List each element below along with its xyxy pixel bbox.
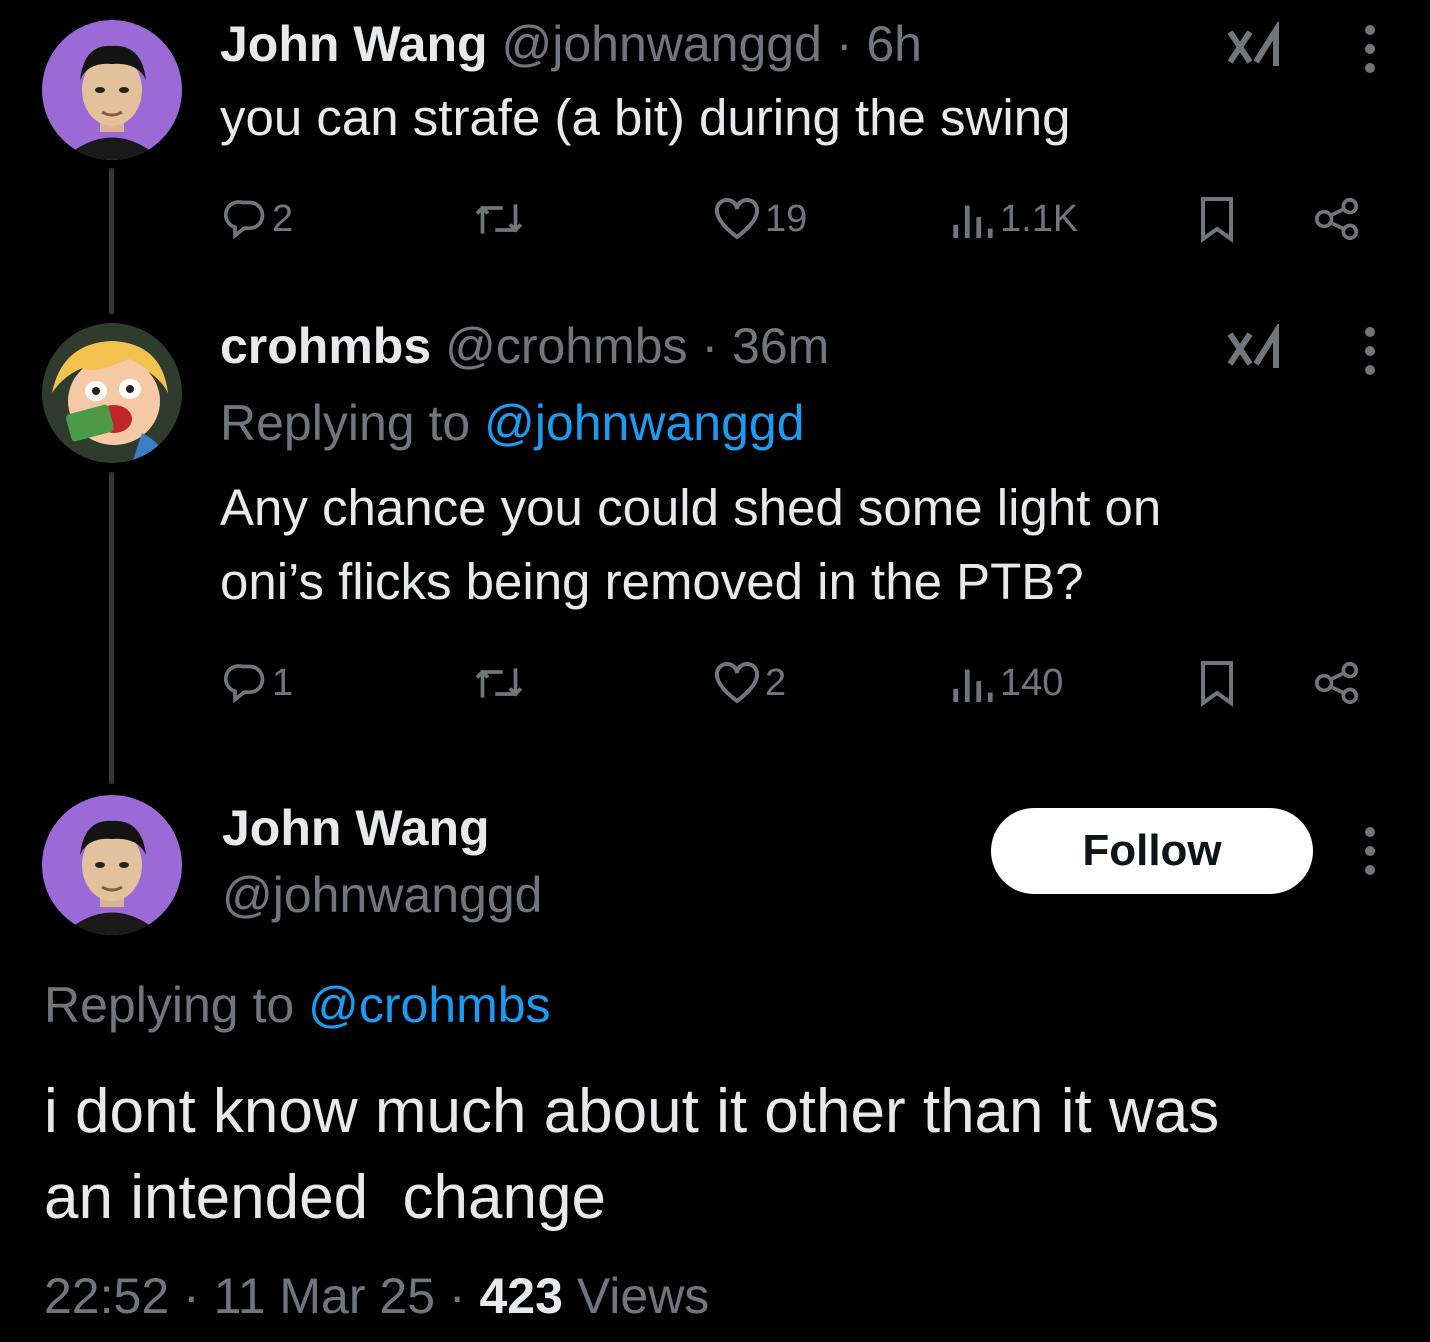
reply-count: 2 (272, 197, 294, 240)
share-icon[interactable] (1310, 194, 1364, 244)
thread-line (109, 168, 114, 314)
views-button[interactable]: 140 (950, 658, 1063, 708)
reply-icon (224, 200, 265, 240)
like-button[interactable]: 19 (713, 194, 807, 244)
tweet-header: crohmbs @crohmbs · 36m (220, 316, 829, 376)
tweet-text-line-1: Any chance you could shed some light on (220, 479, 1162, 536)
views-label: Views (576, 1268, 710, 1324)
share-icon[interactable] (1310, 658, 1364, 708)
post-date[interactable]: 11 Mar 25 (214, 1268, 435, 1324)
tweet-text: you can strafe (a bit) during the swing (220, 89, 1071, 146)
separator: · (448, 1268, 466, 1324)
retweet-icon (475, 204, 523, 234)
more-icon[interactable] (1355, 324, 1385, 378)
replying-prefix: Replying to (220, 395, 471, 451)
author-handle[interactable]: @johnwanggd (501, 16, 821, 72)
like-button[interactable]: 2 (713, 658, 786, 708)
tweet-text-line-2: oni’s flicks being removed in the PTB? (220, 553, 1084, 610)
replying-to: Replying to @johnwanggd (220, 393, 805, 453)
reply-button[interactable]: 2 (224, 194, 293, 244)
bookmark-icon[interactable] (1194, 656, 1240, 710)
replying-handle-link[interactable]: @crohmbs (308, 977, 550, 1033)
reply-button[interactable]: 1 (224, 658, 293, 708)
reply-icon (224, 664, 265, 704)
tweet-meta: 22:52 · 11 Mar 25 · 423 Views (44, 1266, 709, 1326)
retweet-button[interactable] (470, 194, 528, 244)
timestamp[interactable]: 36m (732, 318, 829, 374)
like-icon (714, 198, 760, 240)
retweet-icon (475, 668, 523, 698)
views-count: 140 (1000, 661, 1064, 704)
like-icon (714, 662, 760, 704)
follow-button[interactable]: Follow (991, 808, 1313, 894)
views-icon (953, 205, 993, 239)
more-icon[interactable] (1355, 824, 1385, 878)
views-icon (953, 669, 993, 703)
avatar[interactable] (42, 20, 182, 160)
reply-count: 1 (272, 661, 294, 704)
views-button[interactable]: 1.1K (950, 194, 1078, 244)
post-time[interactable]: 22:52 (44, 1268, 169, 1324)
timestamp[interactable]: 6h (866, 16, 922, 72)
tweet-text-line-1: i dont know much about it other than it … (44, 1077, 1220, 1146)
thread-line (109, 472, 114, 784)
separator: · (835, 16, 853, 72)
author-name[interactable]: crohmbs (220, 318, 431, 374)
author-name[interactable]: John Wang (220, 16, 488, 72)
grok-icon[interactable] (1226, 324, 1282, 374)
separator: · (701, 318, 719, 374)
retweet-button[interactable] (470, 658, 528, 708)
replying-to: Replying to @crohmbs (44, 975, 551, 1035)
grok-icon[interactable] (1226, 22, 1282, 72)
views-count: 1.1K (1000, 197, 1079, 240)
author-name[interactable]: John Wang (222, 798, 490, 858)
separator: · (183, 1268, 200, 1324)
tweet-header: John Wang @johnwanggd · 6h (220, 14, 922, 74)
author-handle[interactable]: @crohmbs (445, 318, 687, 374)
views-count: 423 (479, 1268, 563, 1324)
author-handle[interactable]: @johnwanggd (222, 865, 542, 925)
replying-prefix: Replying to (44, 977, 295, 1033)
tweet-text-line-2: an intended change (44, 1163, 606, 1232)
avatar[interactable] (42, 795, 182, 935)
more-icon[interactable] (1355, 22, 1385, 76)
like-count: 19 (765, 197, 808, 240)
avatar[interactable] (42, 323, 182, 463)
bookmark-icon[interactable] (1194, 192, 1240, 246)
replying-handle-link[interactable]: @johnwanggd (484, 395, 804, 451)
like-count: 2 (765, 661, 787, 704)
